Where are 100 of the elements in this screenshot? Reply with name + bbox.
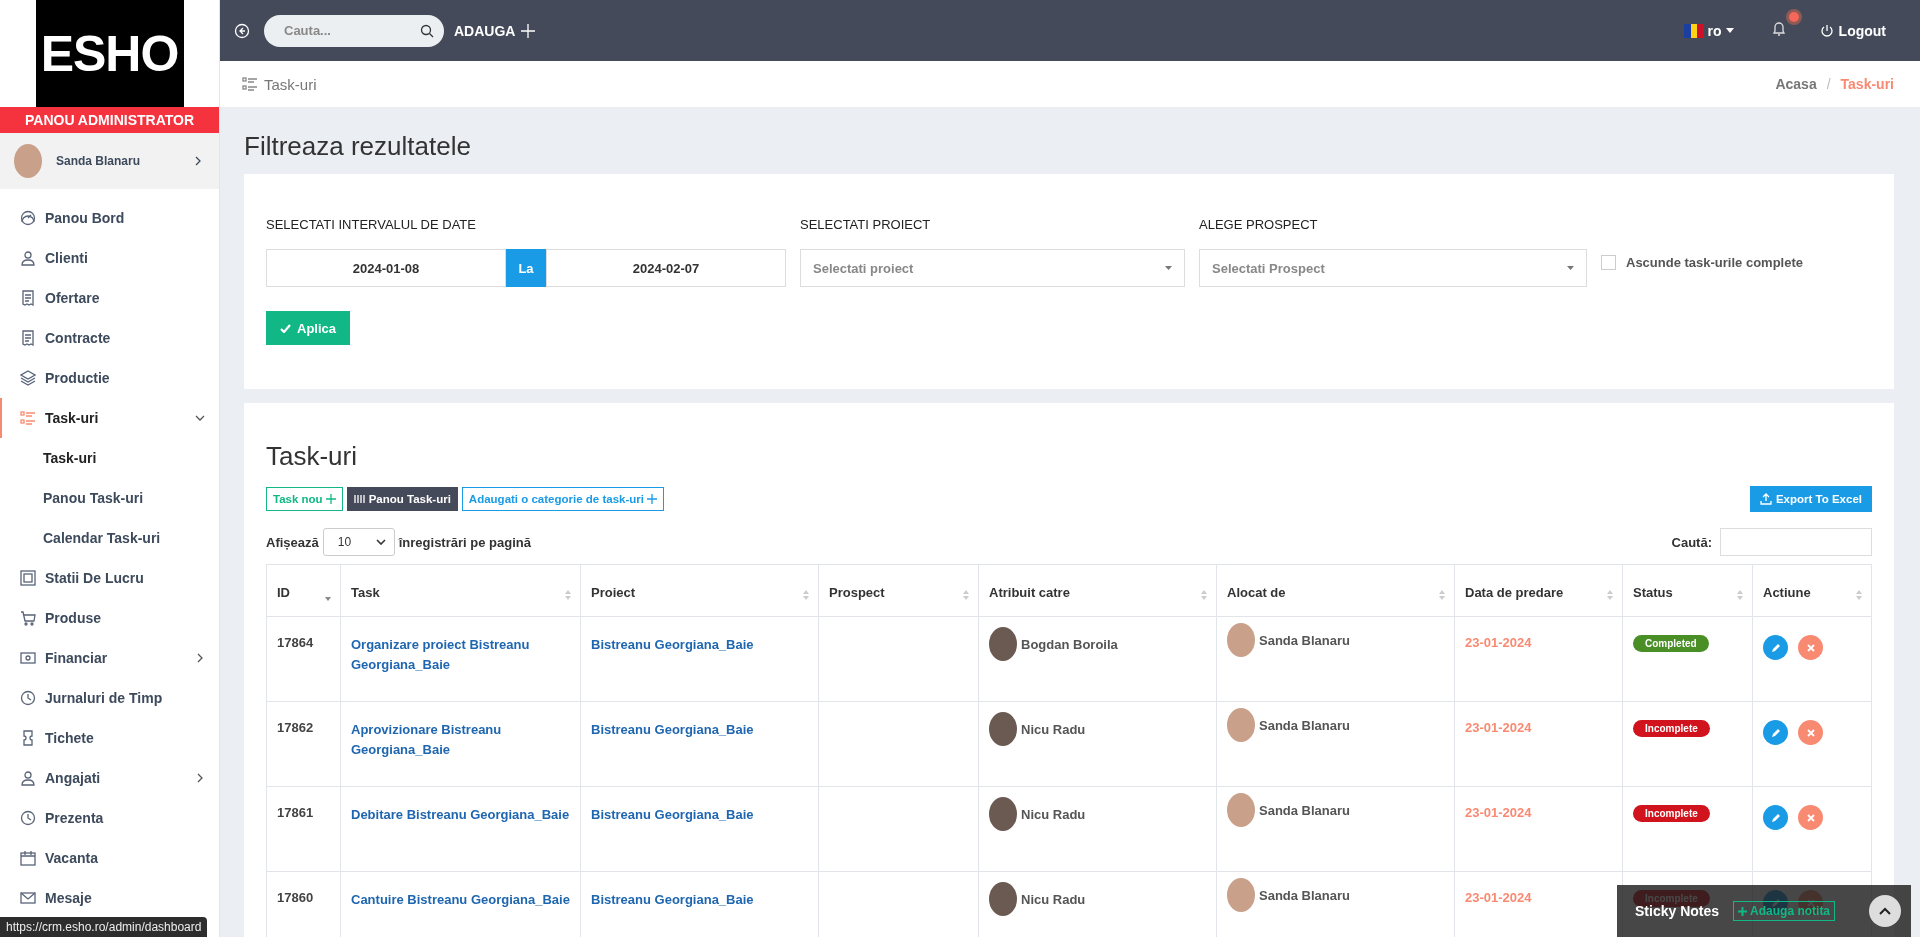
person-name: Nicu Radu (1021, 806, 1086, 822)
avatar-icon (14, 144, 42, 178)
plus-icon (325, 494, 336, 504)
logout-button[interactable]: Logout (1813, 21, 1892, 40)
person-name: Sanda Blanaru (1259, 632, 1351, 648)
column-header[interactable]: Atribuit catre (978, 564, 1217, 617)
checkbox[interactable] (1601, 255, 1616, 270)
add-note-button[interactable]: Adauga notita (1733, 901, 1836, 921)
prospect-dropdown[interactable]: Selectati Prospect (1199, 249, 1587, 287)
ticket-icon (20, 730, 36, 746)
submenu-item[interactable]: Calendar Task-uri (0, 518, 219, 558)
pencil-icon (1770, 727, 1781, 738)
close-icon (1806, 728, 1815, 737)
sidebar-item[interactable]: Task-uri (0, 398, 219, 438)
due-date: 23-01-2024 (1465, 805, 1532, 820)
column-header[interactable]: Actiune (1752, 564, 1872, 617)
bell-icon (1771, 21, 1786, 37)
table-cell: 17862 (266, 701, 341, 787)
column-header[interactable]: Alocat de (1216, 564, 1455, 617)
sidebar-item[interactable]: Contracte (0, 318, 219, 358)
sort-descending-icon (324, 597, 332, 602)
chevron-up-icon (1879, 907, 1891, 915)
edit-button[interactable] (1763, 635, 1788, 660)
edit-button[interactable] (1763, 805, 1788, 830)
column-header[interactable]: Data de predare (1454, 564, 1623, 617)
column-header[interactable]: Proiect (580, 564, 819, 617)
submenu-item[interactable]: Task-uri (0, 438, 219, 478)
column-header[interactable]: Prospect (818, 564, 979, 617)
sidebar-item[interactable]: Jurnaluri de Timp (0, 678, 219, 718)
sidebar-item[interactable]: Prezenta (0, 798, 219, 838)
user-icon (20, 770, 36, 786)
project-link[interactable]: Bistreanu Georgiana_Baie (591, 720, 754, 740)
sidebar-item[interactable]: Statii De Lucru (0, 558, 219, 598)
due-date: 23-01-2024 (1465, 890, 1532, 905)
table-cell: 17860 (266, 871, 341, 937)
sidebar-item[interactable]: Ofertare (0, 278, 219, 318)
delete-button[interactable] (1798, 805, 1823, 830)
sidebar-item[interactable]: Productie (0, 358, 219, 398)
sidebar-item[interactable]: Mesaje (0, 878, 219, 918)
submenu-item[interactable]: Panou Task-uri (0, 478, 219, 518)
chevron-right-icon (193, 156, 203, 166)
project-dropdown[interactable]: Selectati proiect (800, 249, 1185, 287)
brand-logo[interactable]: ESHO (35, 0, 184, 107)
status-url: https://crm.esho.ro/admin/dashboard (0, 917, 208, 937)
language-selector[interactable]: ro (1677, 21, 1740, 40)
chevron-down-icon (375, 539, 386, 545)
pencil-icon (1770, 642, 1781, 653)
breadcrumb-separator: / (1826, 76, 1831, 92)
collapse-button[interactable] (1869, 895, 1901, 927)
sidebar-item[interactable]: Vacanta (0, 838, 219, 878)
status-badge: Incomplete (1633, 720, 1710, 737)
length-label: înregistrări pe pagină (398, 534, 531, 550)
sidebar-item[interactable]: Clienti (0, 238, 219, 278)
receipt-icon (20, 330, 36, 346)
close-icon (1806, 813, 1815, 822)
board-button[interactable]: Panou Task-uri (346, 487, 458, 511)
column-header[interactable]: Task (340, 564, 581, 617)
section-title: Filtreaza rezultatele (244, 131, 472, 162)
project-link[interactable]: Bistreanu Georgiana_Baie (591, 635, 754, 655)
date-field[interactable]: 2024-02-07 (546, 249, 786, 287)
table-search-field[interactable] (1720, 528, 1872, 556)
sidebar-item[interactable]: Financiar (0, 638, 219, 678)
sidebar-item[interactable]: Produse (0, 598, 219, 638)
range-separator: La (506, 249, 546, 287)
project-link[interactable]: Bistreanu Georgiana_Baie (591, 805, 754, 825)
close-icon (1806, 643, 1815, 652)
sidebar-item[interactable]: Angajati (0, 758, 219, 798)
due-date: 23-01-2024 (1465, 635, 1532, 650)
table-cell: 17864 (266, 616, 341, 702)
cart-icon (20, 610, 36, 626)
sidebar-item[interactable]: Tichete (0, 718, 219, 758)
column-header[interactable]: Status (1622, 564, 1753, 617)
search-field[interactable]: Cauta... (264, 14, 444, 47)
sort-icon (802, 589, 810, 601)
person-name: Sanda Blanaru (1259, 887, 1351, 903)
user-name: Sanda Blanaru (56, 154, 142, 168)
page-length-dropdown[interactable]: 10 (322, 528, 395, 556)
flag-icon (1683, 23, 1704, 38)
columns-icon (353, 494, 366, 504)
sort-icon (1200, 589, 1208, 601)
field-label: SELECTATI PROIECT (800, 217, 932, 234)
calendar-icon (20, 850, 36, 866)
banknote-icon (20, 650, 36, 666)
delete-button[interactable] (1798, 635, 1823, 660)
envelope-icon (20, 890, 36, 906)
breadcrumb-link[interactable]: Acasa (1775, 76, 1817, 92)
column-header[interactable]: ID (266, 564, 341, 617)
user-profile[interactable]: Sanda Blanaru (0, 133, 219, 189)
due-date: 23-01-2024 (1465, 720, 1532, 735)
chevron-right-icon (195, 773, 205, 783)
date-field[interactable]: 2024-01-08 (266, 249, 506, 287)
plus-icon (1738, 906, 1748, 916)
add-menu[interactable]: ADAUGA (448, 21, 542, 40)
sidebar-item[interactable]: Panou Bord (0, 198, 219, 238)
gauge-icon (20, 210, 36, 226)
delete-button[interactable] (1798, 720, 1823, 745)
sort-icon (1855, 589, 1863, 601)
avatar-icon (1227, 708, 1255, 742)
edit-button[interactable] (1763, 720, 1788, 745)
person-name: Sanda Blanaru (1259, 802, 1351, 818)
